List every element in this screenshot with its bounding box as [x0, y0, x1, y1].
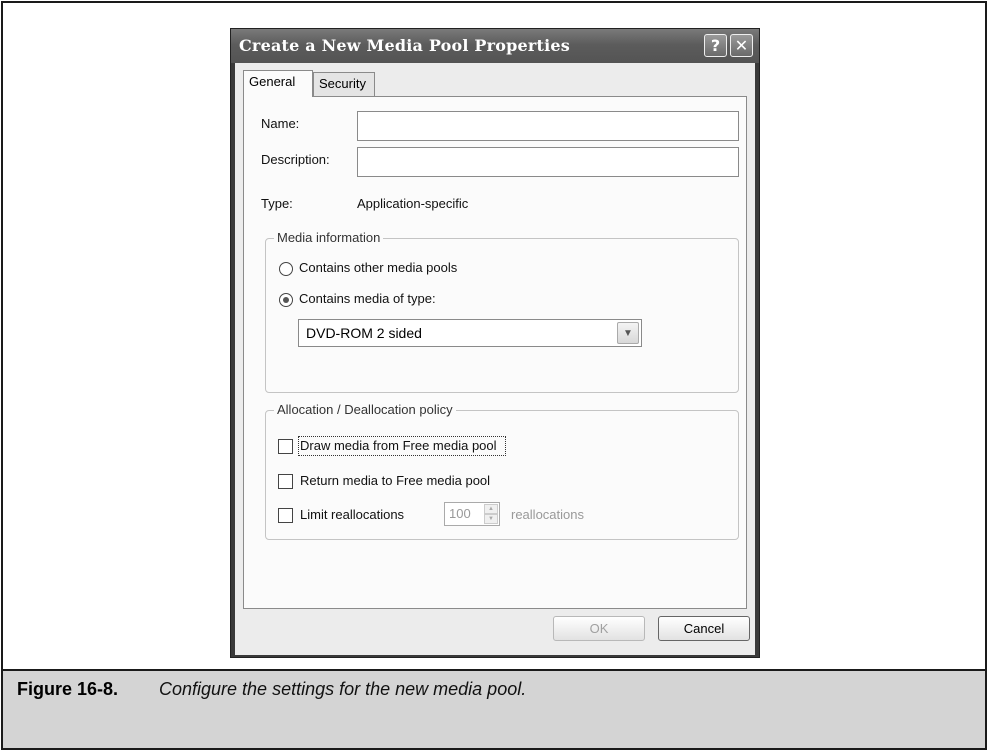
- media-information-group: Media information Contains other media p…: [265, 230, 739, 393]
- radio-contains-media-type[interactable]: [279, 293, 293, 307]
- return-media-label[interactable]: Return media to Free media pool: [300, 473, 490, 488]
- media-type-selected: DVD-ROM 2 sided: [306, 325, 422, 341]
- draw-media-label[interactable]: Draw media from Free media pool: [300, 438, 497, 453]
- type-value: Application-specific: [357, 196, 469, 211]
- type-label: Type:: [261, 196, 293, 211]
- limit-reallocations-label[interactable]: Limit reallocations: [300, 507, 404, 522]
- reallocations-spinner[interactable]: 100 ▲ ▼: [444, 502, 500, 526]
- draw-media-checkbox[interactable]: [278, 439, 293, 454]
- title-bar[interactable]: Create a New Media Pool Properties ? ✕: [231, 29, 759, 63]
- radio-contains-other-pools-label[interactable]: Contains other media pools: [299, 260, 457, 275]
- description-field[interactable]: [357, 147, 739, 177]
- tab-security[interactable]: Security: [313, 72, 375, 96]
- figure-caption-bar: Figure 16-8. Configure the settings for …: [1, 669, 987, 750]
- description-label: Description:: [261, 152, 330, 167]
- media-information-title: Media information: [274, 230, 384, 245]
- allocation-policy-title: Allocation / Deallocation policy: [274, 402, 456, 417]
- help-button[interactable]: ?: [704, 34, 727, 57]
- reallocations-value: 100: [449, 506, 471, 521]
- allocation-policy-group: Allocation / Deallocation policy Draw me…: [265, 402, 739, 540]
- dialog-client-area: General Security Name: Description: Type…: [235, 63, 755, 655]
- figure-caption: Configure the settings for the new media…: [159, 679, 527, 699]
- spin-up-icon[interactable]: ▲: [484, 504, 498, 514]
- close-button[interactable]: ✕: [730, 34, 753, 57]
- ok-button[interactable]: OK: [553, 616, 645, 641]
- name-field[interactable]: [357, 111, 739, 141]
- limit-reallocations-checkbox[interactable]: [278, 508, 293, 523]
- cancel-button[interactable]: Cancel: [658, 616, 750, 641]
- dialog-window: Create a New Media Pool Properties ? ✕ G…: [230, 28, 760, 658]
- tab-general[interactable]: General: [243, 70, 313, 97]
- chevron-down-icon[interactable]: ▼: [617, 322, 639, 344]
- radio-contains-other-pools[interactable]: [279, 262, 293, 276]
- reallocations-unit-label: reallocations: [511, 507, 584, 522]
- return-media-checkbox[interactable]: [278, 474, 293, 489]
- spinner-buttons[interactable]: ▲ ▼: [484, 504, 498, 524]
- spin-down-icon[interactable]: ▼: [484, 514, 498, 524]
- figure-label: Figure 16-8.: [17, 679, 119, 699]
- name-label: Name:: [261, 116, 300, 131]
- radio-contains-media-type-label[interactable]: Contains media of type:: [299, 291, 436, 306]
- dialog-title: Create a New Media Pool Properties: [239, 36, 571, 55]
- general-tab-panel: Name: Description: Type: Application-spe…: [243, 96, 747, 609]
- media-type-dropdown[interactable]: DVD-ROM 2 sided ▼: [298, 319, 642, 347]
